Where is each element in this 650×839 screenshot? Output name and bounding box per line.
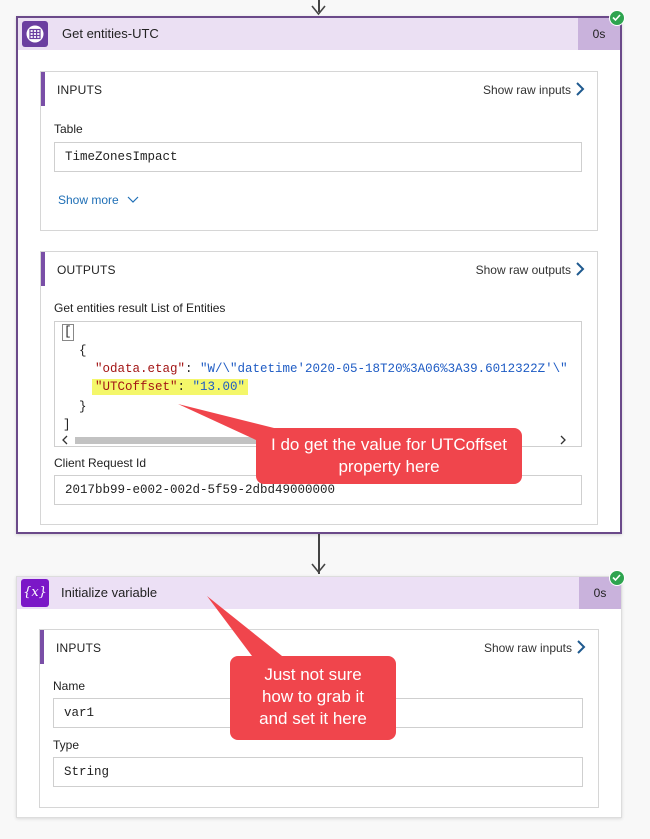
annotation-callout-1: I do get the value for UTCoffset propert… [256,428,522,484]
annotation-callout-2: Just not sure how to grab it and set it … [230,656,396,740]
